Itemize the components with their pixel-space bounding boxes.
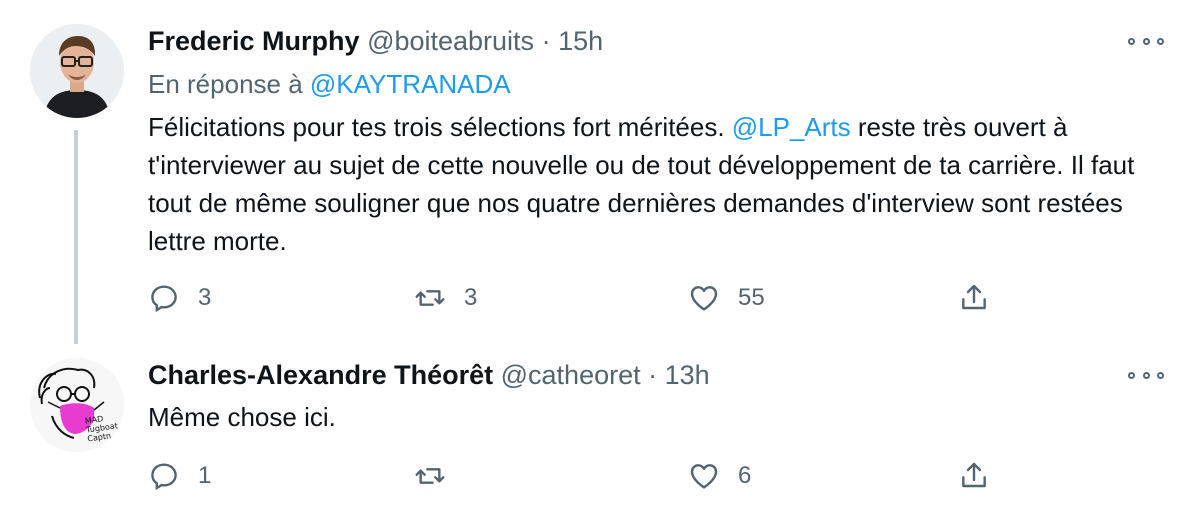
share-button[interactable]: [958, 456, 990, 496]
avatar-photo-icon: [30, 24, 124, 118]
reply-icon: [151, 285, 177, 313]
author-name[interactable]: Charles-Alexandre Théorêt: [148, 360, 493, 390]
avatar[interactable]: [30, 24, 124, 118]
separator-dot: ·: [648, 360, 658, 390]
retweet-button[interactable]: [414, 456, 464, 496]
reply-to-mention[interactable]: @KAYTRANADA: [310, 69, 511, 99]
like-button[interactable]: 6: [688, 456, 751, 496]
tweet-text-part1: Félicitations pour tes trois sélections …: [148, 112, 732, 142]
retweet-icon: [415, 290, 445, 306]
tweet-text: Félicitations pour tes trois sélections …: [148, 108, 1178, 260]
tweet-time[interactable]: 13h: [665, 360, 710, 390]
share-icon: [962, 284, 986, 310]
thread-connector-line: [74, 130, 78, 344]
more-options-icon[interactable]: [1128, 34, 1164, 48]
share-icon: [962, 462, 986, 488]
more-options-icon[interactable]: [1128, 368, 1164, 382]
avatar-caption: MAD Tugboat Captn: [84, 414, 119, 444]
retweet-icon: [415, 468, 445, 484]
heart-icon: [690, 464, 718, 489]
like-count: 55: [738, 284, 765, 311]
reply-count: 3: [198, 284, 212, 311]
tweet-time[interactable]: 15h: [558, 26, 603, 56]
tweet-header: Charles-Alexandre Théorêt @catheoret · 1…: [148, 358, 710, 392]
heart-icon: [690, 286, 718, 311]
like-button[interactable]: 55: [688, 278, 765, 318]
retweet-button[interactable]: 3: [414, 278, 477, 318]
reply-count: 1: [198, 462, 212, 489]
reply-button[interactable]: 3: [148, 278, 211, 318]
author-name[interactable]: Frederic Murphy: [148, 26, 360, 56]
author-handle[interactable]: @catheoret: [501, 360, 641, 390]
mention-link[interactable]: @LP_Arts: [732, 112, 851, 142]
tweet-header: Frederic Murphy @boiteabruits · 15h: [148, 24, 603, 58]
tweet-text-content: Même chose ici.: [148, 402, 336, 432]
reply-button[interactable]: 1: [148, 456, 211, 496]
author-handle[interactable]: @boiteabruits: [367, 26, 534, 56]
like-count: 6: [738, 462, 752, 489]
share-button[interactable]: [958, 278, 990, 318]
reply-context: En réponse à @KAYTRANADA: [148, 68, 511, 100]
reply-prefix: En réponse à: [148, 69, 303, 99]
tweet-2[interactable]: MAD Tugboat Captn Charles-Alexandre Théo…: [0, 340, 1198, 516]
separator-dot: ·: [541, 26, 551, 56]
reply-icon: [151, 463, 177, 491]
tweet-1[interactable]: Frederic Murphy @boiteabruits · 15h En r…: [0, 0, 1198, 344]
retweet-count: 3: [464, 284, 478, 311]
tweet-text: Même chose ici.: [148, 398, 1178, 436]
